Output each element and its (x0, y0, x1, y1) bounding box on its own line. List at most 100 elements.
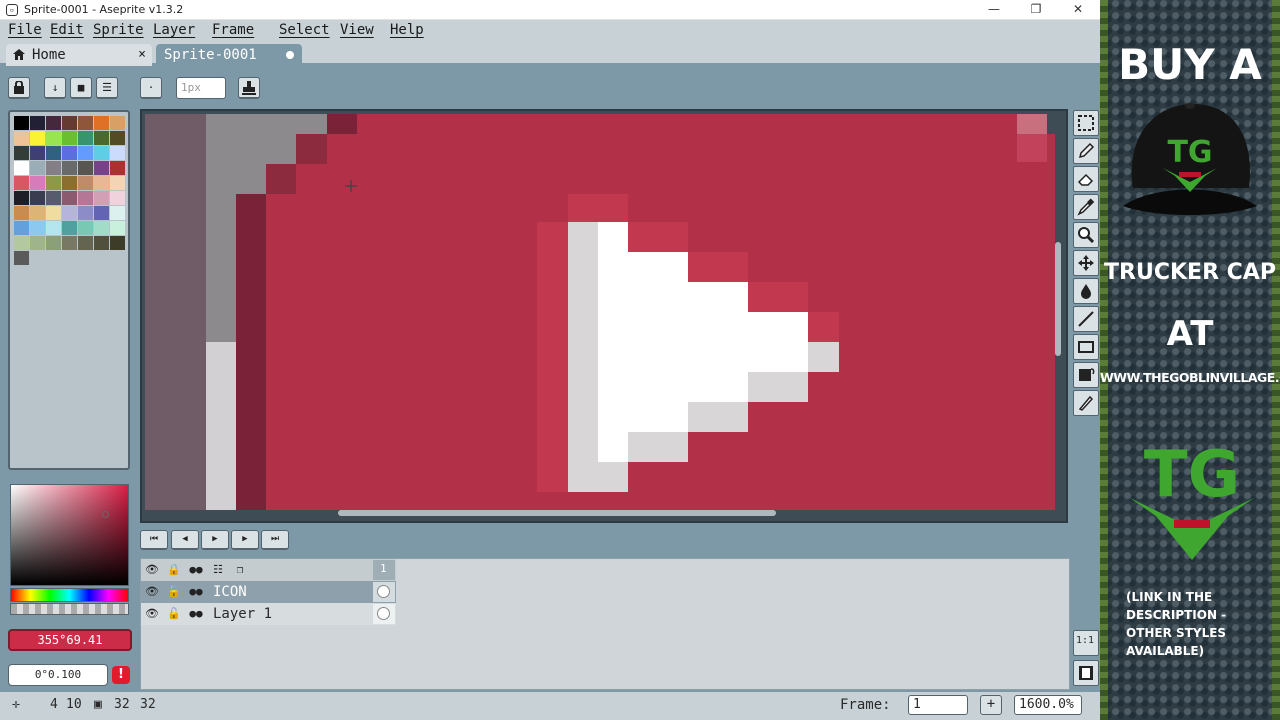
palette-swatch[interactable] (94, 176, 109, 190)
sprite-canvas[interactable] (140, 109, 1068, 523)
menu-frame[interactable]: Frame (212, 22, 254, 38)
palette-swatch[interactable] (110, 116, 125, 130)
close-home-tab-button[interactable]: × (138, 44, 146, 66)
palette-swatch[interactable] (46, 161, 61, 175)
palette-swatch[interactable] (62, 131, 77, 145)
palette-swatch[interactable] (14, 131, 29, 145)
palette-swatch[interactable] (14, 221, 29, 235)
palette-swatch[interactable] (62, 146, 77, 160)
eye-icon[interactable]: 👁 (141, 604, 163, 624)
lock-alpha-button[interactable] (8, 77, 30, 99)
contour-tool[interactable] (1073, 362, 1099, 388)
previous-frame-button[interactable]: ◀ (171, 530, 199, 550)
layer-row-icon[interactable]: 👁 🔓 ●● ICON (141, 581, 396, 603)
close-window-button[interactable]: ✕ (1058, 0, 1098, 20)
minimize-button[interactable]: — (974, 0, 1014, 20)
color-value-field[interactable]: 355°69.41 (8, 629, 132, 651)
square-brush-button[interactable]: ■ (70, 77, 92, 99)
cel-cell[interactable] (373, 582, 395, 602)
palette-swatch[interactable] (14, 251, 29, 265)
palette-swatch[interactable] (46, 206, 61, 220)
palette-swatch[interactable] (62, 236, 77, 250)
palette-swatch[interactable] (30, 116, 45, 130)
layer-name[interactable]: ICON (207, 582, 371, 602)
eyedropper-tool[interactable] (1073, 194, 1099, 220)
palette-swatch[interactable] (14, 236, 29, 250)
palette-swatch[interactable] (14, 176, 29, 190)
paint-bucket-tool[interactable] (1073, 278, 1099, 304)
tab-sprite[interactable]: Sprite-0001 (156, 44, 302, 66)
menu-help[interactable]: Help (390, 22, 424, 38)
menu-file[interactable]: File (8, 22, 42, 38)
menu-edit[interactable]: Edit (50, 22, 84, 38)
palette-swatch[interactable] (46, 146, 61, 160)
palette-swatch[interactable] (46, 131, 61, 145)
palette-swatch[interactable] (94, 116, 109, 130)
palette-swatch[interactable] (110, 176, 125, 190)
continuous-header-icon[interactable]: ●● (185, 560, 207, 580)
first-frame-button[interactable]: ⏮ (140, 530, 168, 550)
color-spectrum[interactable] (10, 484, 129, 586)
palette-swatch[interactable] (94, 146, 109, 160)
save-down-button[interactable]: ↓ (44, 77, 66, 99)
layer-name[interactable]: Layer 1 (207, 604, 371, 624)
line-tool[interactable] (1073, 306, 1099, 332)
palette-swatch[interactable] (94, 131, 109, 145)
palette-swatch[interactable] (94, 221, 109, 235)
layer-tree-icon[interactable]: ☷ (207, 560, 229, 580)
filmstrip-button[interactable] (1073, 660, 1099, 686)
warning-icon[interactable]: ! (112, 666, 130, 684)
onion-skin-icon[interactable]: ❐ (229, 560, 251, 580)
palette-swatch[interactable] (62, 206, 77, 220)
palette-swatch[interactable] (14, 191, 29, 205)
palette-swatch[interactable] (14, 116, 29, 130)
palette-swatch[interactable] (30, 206, 45, 220)
menu-sprite[interactable]: Sprite (93, 22, 144, 38)
marquee-tool[interactable] (1073, 110, 1099, 136)
palette-swatch[interactable] (110, 161, 125, 175)
palette-swatch[interactable] (110, 206, 125, 220)
palette-swatch[interactable] (30, 176, 45, 190)
palette-swatch[interactable] (110, 236, 125, 250)
palette-swatch[interactable] (30, 161, 45, 175)
continuous-icon[interactable]: ●● (185, 582, 207, 602)
palette-swatch[interactable] (78, 116, 93, 130)
palette-swatch[interactable] (78, 131, 93, 145)
palette-swatch[interactable] (62, 176, 77, 190)
palette-swatch[interactable] (94, 236, 109, 250)
ad-url[interactable]: WWW.THEGOBLINVILLAGE.COM (1100, 370, 1280, 385)
palette-swatch[interactable] (78, 206, 93, 220)
alpha-slider[interactable] (10, 603, 129, 615)
palette-swatch[interactable] (110, 146, 125, 160)
hue-slider[interactable] (10, 588, 129, 602)
restore-button[interactable]: ❐ (1016, 0, 1056, 20)
palette-swatch[interactable] (78, 161, 93, 175)
zoom-tool[interactable] (1073, 222, 1099, 248)
unlock-icon[interactable]: 🔓 (163, 604, 185, 624)
palette-swatch[interactable] (62, 191, 77, 205)
eraser-tool[interactable] (1073, 166, 1099, 192)
frame-input[interactable]: 1 (908, 695, 968, 715)
horizontal-scrollbar[interactable] (338, 510, 776, 516)
rectangle-tool[interactable] (1073, 334, 1099, 360)
blur-tool[interactable] (1073, 390, 1099, 416)
play-button[interactable]: ▶ (201, 530, 229, 550)
unsaved-indicator-icon[interactable] (286, 51, 294, 59)
palette-swatch[interactable] (110, 191, 125, 205)
last-frame-button[interactable]: ⏭ (261, 530, 289, 550)
canvas-pixels[interactable] (145, 114, 1055, 510)
one-to-one-zoom-button[interactable]: 1:1 (1073, 630, 1099, 656)
palette-swatch[interactable] (30, 221, 45, 235)
palette-swatch[interactable] (78, 221, 93, 235)
palette-swatch[interactable] (94, 206, 109, 220)
menu-select[interactable]: Select (279, 22, 330, 38)
next-frame-button[interactable]: ▶ (231, 530, 259, 550)
palette-swatch[interactable] (46, 236, 61, 250)
palette-swatch[interactable] (14, 206, 29, 220)
palette-swatch[interactable] (78, 236, 93, 250)
zoom-input[interactable]: 1600.0% (1014, 695, 1082, 715)
brush-type-button[interactable]: · (140, 77, 162, 99)
palette-swatch[interactable] (14, 161, 29, 175)
palette-swatch[interactable] (62, 116, 77, 130)
eye-icon[interactable]: 👁 (141, 582, 163, 602)
